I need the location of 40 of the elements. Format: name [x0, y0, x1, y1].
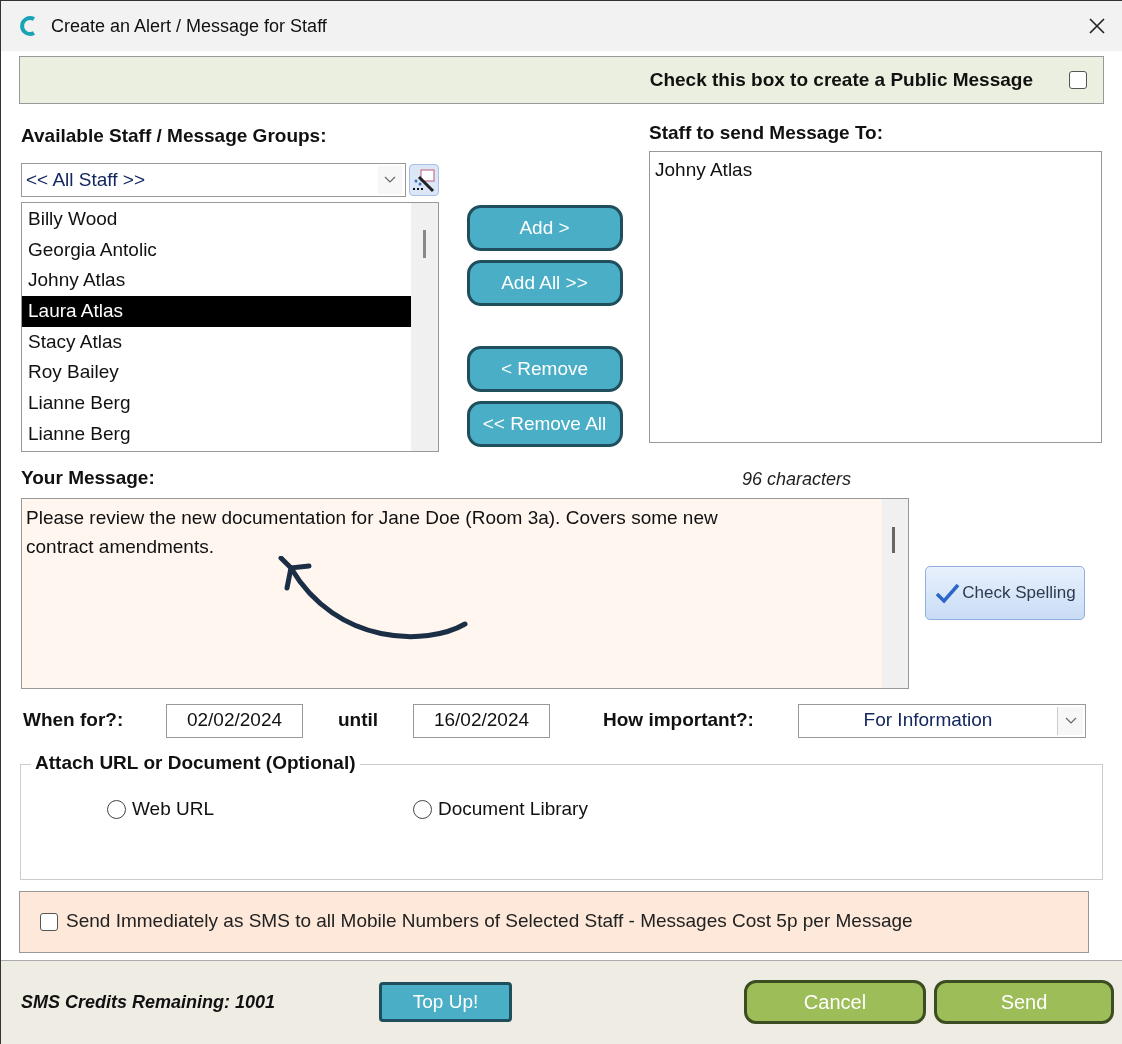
public-message-checkbox[interactable]: [1069, 71, 1087, 89]
importance-dropdown[interactable]: For Information: [798, 703, 1086, 738]
sms-credits-text: SMS Credits Remaining: 1001: [21, 990, 277, 1014]
caret-icon: [384, 176, 397, 184]
message-field[interactable]: Please review the new documentation for Jane Doe (Room 3a). Covers some new contract amendments.: [21, 497, 909, 689]
radio-button[interactable]: [107, 800, 126, 819]
radio-label: Document Library: [438, 797, 588, 822]
importance-label: How important?:: [603, 708, 755, 733]
scrollbar[interactable]: [882, 498, 908, 688]
staff-list-item[interactable]: Stacy Atlas: [22, 326, 411, 358]
staff-list-item[interactable]: Billy Wood: [22, 204, 411, 235]
check-spelling-button[interactable]: Check Spelling: [925, 566, 1085, 620]
sms-checkbox[interactable]: [40, 912, 58, 931]
staff-list-item[interactable]: Lianne Berg: [22, 418, 411, 450]
until-date-field[interactable]: 16/02/2024: [413, 703, 550, 738]
when-for-label: When for?:: [23, 708, 125, 733]
staff-list-item[interactable]: Roy Bailey: [22, 357, 411, 389]
group-wizard-icon[interactable]: [409, 164, 439, 196]
spellcheck-icon: [934, 582, 961, 604]
group-dropdown[interactable]: << All Staff >>: [21, 163, 407, 197]
window-title: Create an Alert / Message for Staff: [51, 14, 327, 38]
staff-list-item[interactable]: Georgia Antolic: [22, 234, 411, 266]
caret-icon: [1064, 716, 1077, 725]
message-label: Your Message:: [21, 466, 155, 490]
staff-list-item[interactable]: Lianne Berg: [22, 388, 411, 419]
sms-label: Send Immediately as SMS to all Mobile Numbers of Selected Staff - Messages Cost 5p per Message: [66, 909, 913, 934]
staff-list-item[interactable]: Johny Atlas: [22, 265, 411, 297]
recipients-label: Staff to send Message To:: [649, 121, 884, 145]
message-text: Please review the new documentation for Jane Doe (Room 3a). Covers some new contract amendments.: [26, 505, 719, 559]
radio-label: Web URL: [132, 797, 214, 822]
scrollbar[interactable]: [411, 203, 438, 451]
until-label: until: [337, 708, 380, 733]
from-date-field[interactable]: 02/02/2024: [166, 703, 303, 738]
public-message-label: Check this box to create a Public Message: [649, 67, 1033, 92]
close-icon[interactable]: [1088, 17, 1106, 35]
staff-list-item[interactable]: Laura Atlas: [22, 296, 411, 327]
available-staff-label: Available Staff / Message Groups:: [21, 124, 328, 148]
character-count: 96 characters: [741, 467, 851, 491]
recipient-list-item[interactable]: Johny Atlas: [650, 155, 1101, 185]
radio-button[interactable]: [413, 800, 432, 819]
